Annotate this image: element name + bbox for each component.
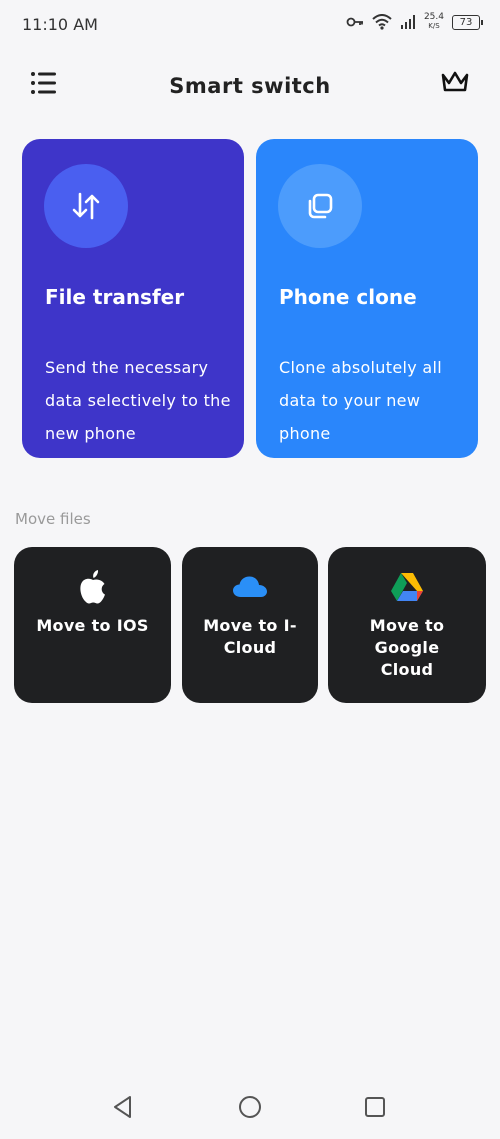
page-title: Smart switch <box>169 74 331 98</box>
home-icon <box>239 1096 261 1118</box>
back-button[interactable] <box>108 1092 138 1122</box>
status-time: 11:10 AM <box>22 15 98 34</box>
transfer-arrows-icon <box>44 164 128 248</box>
signal-icon <box>400 15 415 29</box>
recents-button[interactable] <box>360 1092 390 1122</box>
battery-icon: 73 <box>452 14 483 30</box>
move-to-icloud-tile[interactable]: Move to I-Cloud <box>182 547 318 703</box>
file-transfer-title: File transfer <box>45 285 185 309</box>
apple-icon <box>14 569 171 605</box>
wifi-icon <box>372 14 392 30</box>
premium-button[interactable] <box>440 70 472 98</box>
status-icons: 25.4 K/S 73 <box>346 12 483 31</box>
move-to-google-cloud-label: Move to Google Cloud <box>369 616 445 679</box>
move-to-icloud-label: Move to I-Cloud <box>203 616 297 657</box>
copy-icon <box>278 164 362 248</box>
file-transfer-description: Send the necessary data selectively to t… <box>45 358 231 443</box>
file-transfer-card[interactable]: File transfer Send the necessary data se… <box>22 139 244 458</box>
status-bar: 11:10 AM 25.4 K/S 73 <box>0 0 500 50</box>
google-drive-icon <box>328 569 486 605</box>
crown-icon <box>441 71 469 92</box>
cloud-icon <box>182 569 318 605</box>
move-files-label: Move files <box>15 510 91 528</box>
move-to-ios-label: Move to IOS <box>36 616 149 635</box>
phone-clone-description: Clone absolutely all data to your new ph… <box>279 358 442 443</box>
system-nav-bar <box>0 1080 500 1130</box>
phone-clone-card[interactable]: Phone clone Clone absolutely all data to… <box>256 139 478 458</box>
phone-clone-title: Phone clone <box>279 285 417 309</box>
move-to-google-cloud-tile[interactable]: Move to Google Cloud <box>328 547 486 703</box>
net-speed: 25.4 K/S <box>423 12 444 31</box>
move-to-ios-tile[interactable]: Move to IOS <box>14 547 171 703</box>
back-icon <box>114 1096 131 1118</box>
recents-icon <box>365 1097 385 1117</box>
app-header: Smart switch <box>0 62 500 112</box>
vpn-key-icon <box>346 17 363 27</box>
home-button[interactable] <box>235 1092 265 1122</box>
